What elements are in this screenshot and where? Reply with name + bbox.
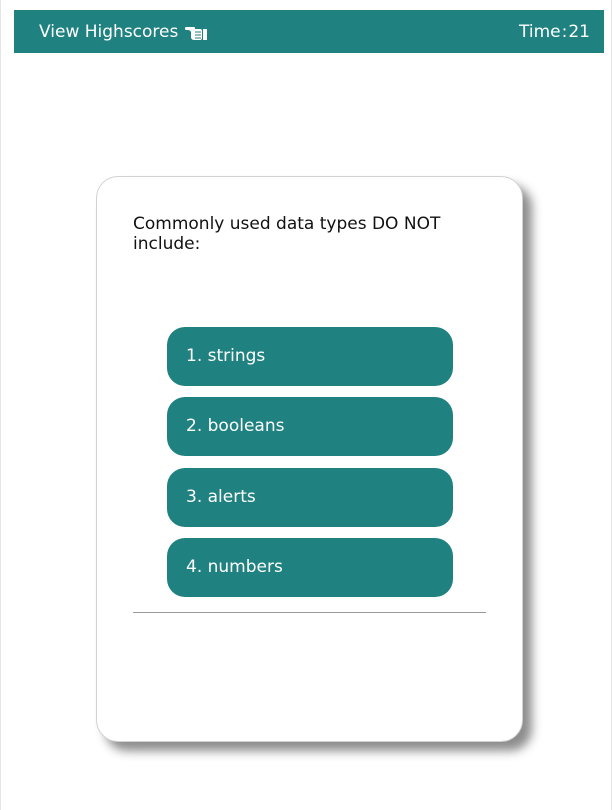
question-text: Commonly used data types DO NOT include:: [133, 214, 441, 254]
view-highscores-link[interactable]: View Highscores: [39, 22, 208, 42]
answer-button-4[interactable]: 4. numbers: [167, 538, 453, 597]
timer-separator: :: [561, 22, 568, 42]
timer-value: 21: [568, 22, 590, 42]
answer-button-1[interactable]: 1. strings: [167, 327, 453, 386]
answer-button-2[interactable]: 2. booleans: [167, 397, 453, 456]
view-highscores-label: View Highscores: [39, 22, 179, 42]
timer-label: Time: [519, 22, 561, 42]
top-header-bar: View Highscores Time:21: [14, 10, 604, 53]
quiz-card: Commonly used data types DO NOT include:…: [96, 176, 523, 742]
result-divider: [133, 612, 486, 613]
pointing-hand-icon: [185, 27, 208, 40]
answer-button-3[interactable]: 3. alerts: [167, 468, 453, 527]
timer-display: Time:21: [519, 22, 590, 42]
